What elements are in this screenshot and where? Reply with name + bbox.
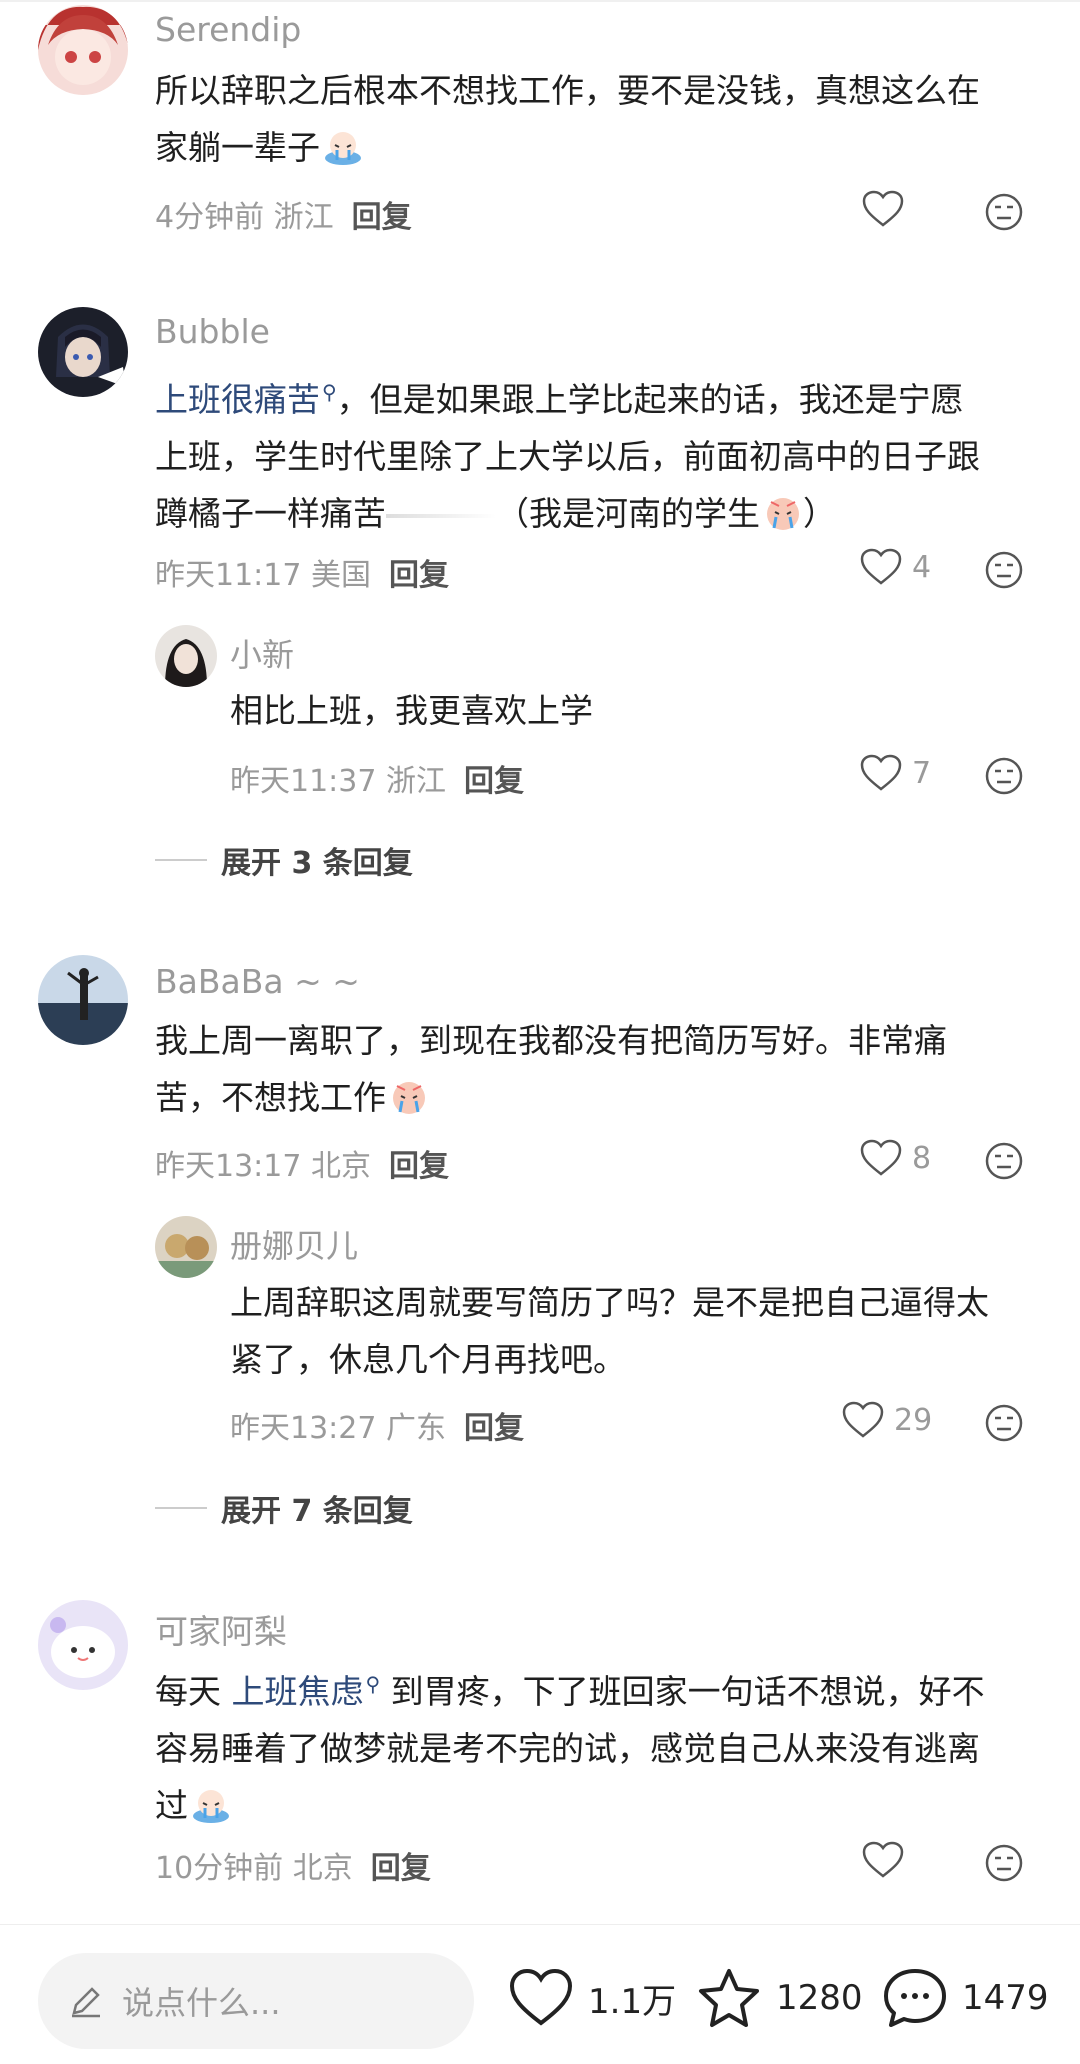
heart-icon [842, 1401, 884, 1438]
heart-icon [860, 1139, 902, 1176]
reply-button[interactable]: 回复 [389, 1149, 449, 1184]
comment-text: 每天 上班焦虑 ⚲ 到胃疼，下了班回家一句话不想说，好不 容易睡着了做梦就是考不完… [155, 1672, 985, 1825]
dislike-face-icon[interactable] [984, 756, 1024, 796]
avatar[interactable] [38, 955, 128, 1045]
avatar[interactable] [38, 1600, 128, 1690]
reply-button[interactable]: 回复 [352, 200, 412, 235]
divider [155, 1507, 207, 1509]
reply-text: 上周辞职这周就要写简历了吗？是不是把自己逼得太 紧了，休息几个月再找吧。 [230, 1283, 989, 1379]
search-icon: ⚲ [365, 1672, 381, 1696]
comment-text: 所以辞职之后根本不想找工作，要不是没钱，真想这么在 家躺一辈子 [155, 71, 980, 167]
dislike-face-icon[interactable] [984, 1403, 1024, 1443]
chat-bubble-icon [884, 1969, 946, 2027]
username[interactable]: 册娜贝儿 [230, 1221, 358, 1267]
expand-replies-button[interactable]: 展开 7 条回复 [155, 1486, 413, 1530]
username[interactable]: 可家阿梨 [155, 1605, 287, 1653]
pencil-icon [72, 1987, 100, 2018]
comment-text: 我上周一离职了，到现在我都没有把简历写好。非常痛 苦，不想找工作 [155, 1021, 947, 1117]
like-button[interactable] [862, 1841, 914, 1879]
avatar[interactable] [38, 307, 128, 397]
heart-icon [862, 190, 904, 227]
reply-meta: 昨天13:27 广东 回复 [230, 1411, 525, 1446]
like-button[interactable]: 29 [842, 1401, 932, 1439]
comment-meta: 10分钟前 北京 回复 [155, 1851, 431, 1886]
reply-button[interactable]: 回复 [464, 764, 524, 799]
dislike-face-icon[interactable] [984, 1141, 1024, 1181]
comments-button[interactable]: 1479 [882, 1967, 1049, 2029]
top-divider [0, 0, 1080, 2]
like-button[interactable]: 8 [860, 1139, 931, 1177]
comment-input[interactable]: 说点什么... [38, 1953, 474, 2049]
username[interactable]: Serendip [155, 10, 301, 49]
username[interactable]: 小新 [230, 630, 294, 676]
star-icon [699, 1969, 759, 2027]
reply-meta: 昨天11:37 浙江 回复 [230, 764, 525, 799]
reply-button[interactable]: 回复 [389, 558, 449, 593]
comment-text: 上班很痛苦 ⚲，但是如果跟上学比起来的话，我还是宁愿 上班，学生时代里除了上大学以… [155, 380, 980, 533]
topic-link[interactable]: 上班很痛苦 [155, 380, 320, 419]
crying-emoji-icon [763, 492, 803, 530]
expand-replies-button[interactable]: 展开 3 条回复 [155, 838, 413, 882]
crying-emoji-icon [389, 1076, 429, 1114]
dislike-face-icon[interactable] [984, 192, 1024, 232]
avatar[interactable] [38, 5, 128, 95]
heart-icon [862, 1841, 904, 1878]
username[interactable]: Bubble [155, 312, 270, 351]
username[interactable]: BaBaBa ~ ~ [155, 962, 360, 1001]
heart-icon [860, 548, 902, 585]
like-button[interactable] [862, 190, 914, 228]
avatar[interactable] [155, 625, 217, 687]
search-icon: ⚲ [322, 380, 337, 404]
like-button[interactable]: 7 [860, 754, 931, 792]
crying-emoji-icon [323, 126, 363, 165]
comment-meta: 昨天13:17 北京 回复 [155, 1149, 450, 1184]
dislike-face-icon[interactable] [984, 550, 1024, 590]
reply-text: 相比上班，我更喜欢上学 [230, 691, 593, 730]
input-placeholder: 说点什么... [122, 1984, 281, 2022]
comment-meta: 昨天11:17 美国 回复 [155, 558, 450, 593]
favorite-button[interactable]: 1280 [696, 1967, 863, 2029]
heart-icon [860, 754, 902, 791]
avatar[interactable] [155, 1216, 217, 1278]
crying-emoji-icon [191, 1784, 231, 1823]
dislike-face-icon[interactable] [984, 1843, 1024, 1883]
reply-button[interactable]: 回复 [464, 1411, 524, 1446]
topic-link[interactable]: 上班焦虑 [232, 1672, 364, 1711]
bottom-action-bar: 说点什么... 1.1万 1280 1479 [0, 1924, 1080, 2064]
divider [155, 859, 207, 861]
heart-icon [509, 1968, 573, 2026]
like-button[interactable]: 4 [860, 548, 931, 586]
comment-meta: 4分钟前 浙江 回复 [155, 200, 412, 235]
like-post-button[interactable]: 1.1万 [508, 1967, 676, 2029]
reply-button[interactable]: 回复 [371, 1851, 431, 1886]
